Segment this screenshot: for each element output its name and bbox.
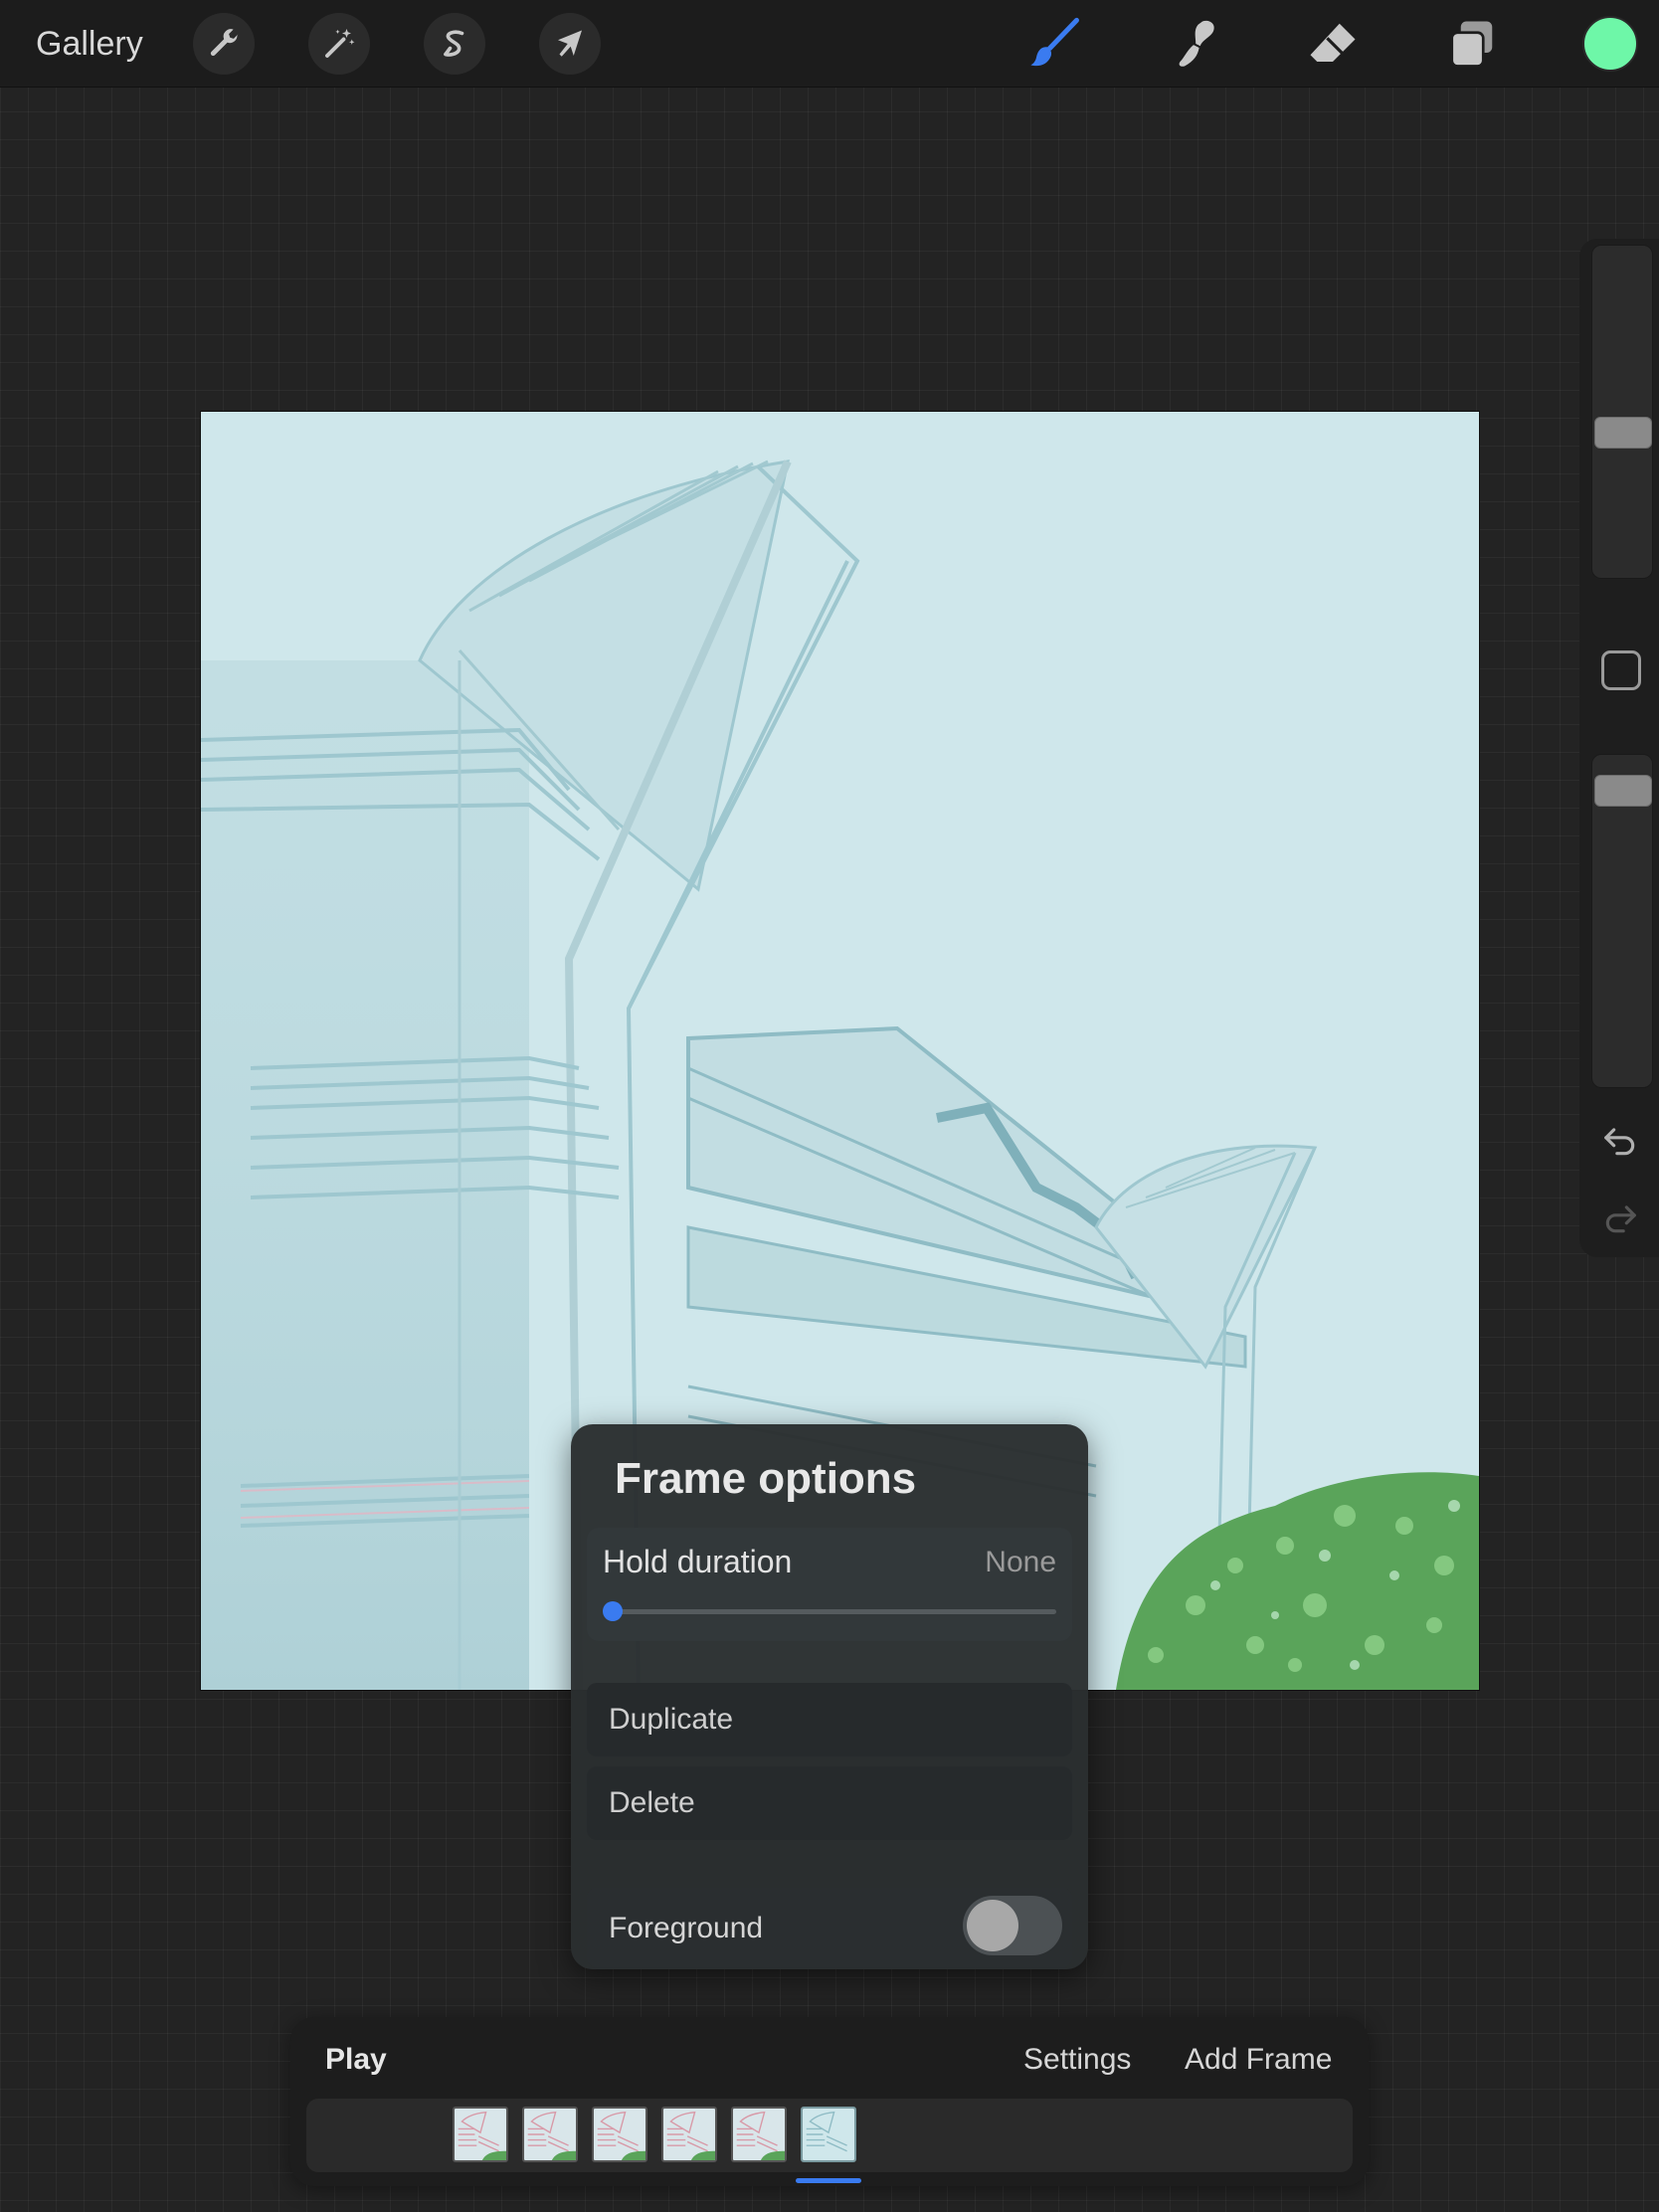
adjustments-button[interactable]: [308, 13, 370, 75]
layers-icon: [1450, 21, 1493, 68]
frame-preview-image: [803, 2109, 854, 2160]
frame-thumbnail[interactable]: [801, 2107, 856, 2162]
top-toolbar: Gallery: [0, 0, 1659, 88]
selected-frame-indicator: [796, 2178, 861, 2183]
gallery-button[interactable]: Gallery: [36, 22, 143, 66]
hold-duration-control: Hold duration None: [587, 1528, 1072, 1641]
frame-preview-image: [733, 2109, 785, 2160]
hold-duration-slider[interactable]: [603, 1601, 1056, 1621]
brush-size-slider[interactable]: [1591, 245, 1653, 579]
hold-duration-slider-knob[interactable]: [603, 1601, 623, 1621]
brush-icon: [1030, 17, 1079, 67]
smudge-icon: [1179, 20, 1214, 67]
hold-duration-value: None: [985, 1546, 1056, 1578]
frame-options-title: Frame options: [615, 1454, 917, 1503]
frame-thumbnail[interactable]: [522, 2107, 578, 2162]
wrench-icon: [210, 29, 239, 57]
frame-thumbnail[interactable]: [453, 2107, 508, 2162]
opacity-slider[interactable]: [1591, 754, 1653, 1088]
foreground-toggle[interactable]: [963, 1896, 1062, 1955]
arrow-cursor-icon: [558, 30, 582, 57]
play-button[interactable]: Play: [325, 2043, 387, 2077]
frame-thumbnail[interactable]: [731, 2107, 787, 2162]
hold-duration-label: Hold duration: [603, 1544, 793, 1579]
opacity-slider-thumb[interactable]: [1594, 774, 1652, 807]
right-sidebar: [1579, 239, 1659, 1257]
selection-button[interactable]: [424, 13, 485, 75]
foreground-row: Foreground: [587, 1888, 1072, 1967]
brush-size-slider-thumb[interactable]: [1594, 416, 1652, 449]
add-frame-button[interactable]: Add Frame: [1185, 2043, 1332, 2077]
selection-s-icon: [444, 30, 464, 57]
foreground-toggle-knob: [967, 1900, 1018, 1951]
frame-thumbnail[interactable]: [592, 2107, 647, 2162]
frame-preview-image: [663, 2109, 715, 2160]
settings-button[interactable]: Settings: [1023, 2043, 1131, 2077]
undo-icon: [1604, 1128, 1635, 1156]
frames-strip: [306, 2099, 1353, 2172]
transform-button[interactable]: [539, 13, 601, 75]
frame-preview-image: [524, 2109, 576, 2160]
delete-frame-button[interactable]: Delete: [587, 1766, 1072, 1840]
frame-preview-image: [455, 2109, 506, 2160]
smudge-tool-button[interactable]: [1164, 16, 1223, 72]
color-picker-button[interactable]: [1582, 16, 1638, 72]
frame-preview-image: [594, 2109, 645, 2160]
modify-button[interactable]: [1601, 650, 1641, 690]
foreground-label: Foreground: [609, 1912, 764, 1944]
layers-button[interactable]: [1442, 16, 1502, 72]
duplicate-frame-button[interactable]: Duplicate: [587, 1683, 1072, 1756]
frame-thumbnail[interactable]: [661, 2107, 717, 2162]
magic-wand-icon: [325, 29, 355, 58]
brush-tool-button[interactable]: [1024, 16, 1084, 72]
animation-timeline: Play Settings Add Frame: [290, 2017, 1369, 2186]
undo-button[interactable]: [1595, 1116, 1645, 1166]
frame-options-popover: Frame options Hold duration None Duplica…: [571, 1424, 1088, 1969]
delete-label: Delete: [609, 1786, 695, 1819]
eraser-icon: [1310, 23, 1356, 62]
redo-button[interactable]: [1595, 1194, 1645, 1243]
duplicate-label: Duplicate: [609, 1703, 734, 1736]
redo-icon: [1605, 1205, 1636, 1233]
actions-button[interactable]: [193, 13, 255, 75]
eraser-tool-button[interactable]: [1303, 16, 1363, 72]
